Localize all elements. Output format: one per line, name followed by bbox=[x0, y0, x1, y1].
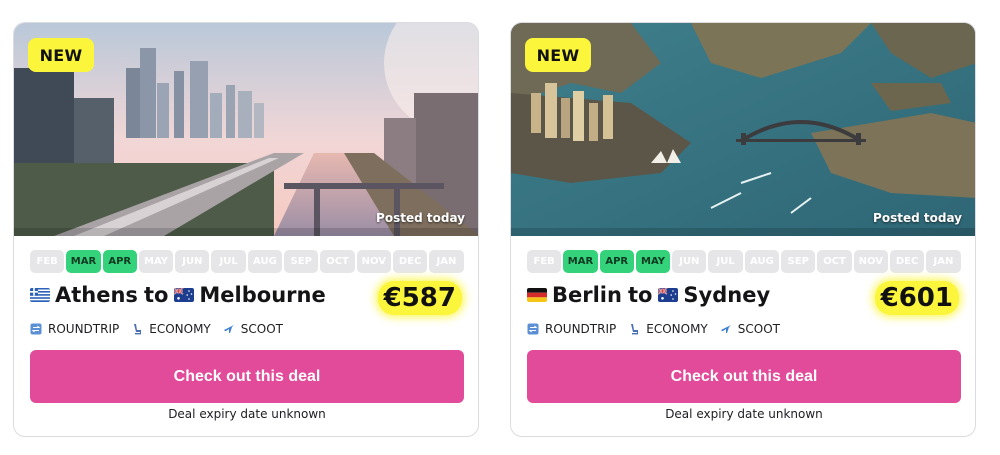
month-chip-nov: NOV bbox=[356, 250, 391, 273]
cabin-class: ECONOMY bbox=[131, 322, 211, 336]
origin-city: Berlin bbox=[552, 283, 622, 307]
germany-flag-icon bbox=[527, 288, 547, 302]
australia-flag-icon bbox=[174, 288, 195, 302]
month-chip-mar: MAR bbox=[66, 250, 101, 273]
airline: SCOOT bbox=[223, 322, 283, 336]
destination-city: Sydney bbox=[683, 283, 771, 307]
travel-months: FEB MAR APR MAY JUN JUL AUG SEP OCT NOV … bbox=[30, 250, 464, 273]
month-chip-jul: JUL bbox=[708, 250, 743, 273]
check-deal-button[interactable]: Check out this deal bbox=[30, 350, 464, 403]
destination-photo[interactable]: NEW Posted today bbox=[511, 23, 975, 236]
month-chip-jun: JUN bbox=[175, 250, 210, 273]
trip-type: ROUNDTRIP bbox=[527, 322, 616, 336]
cabin-class-label: ECONOMY bbox=[646, 322, 708, 336]
posted-date: Posted today bbox=[376, 211, 465, 225]
posted-date: Posted today bbox=[873, 211, 962, 225]
deal-price: €601 bbox=[874, 281, 959, 315]
trip-type-label: ROUNDTRIP bbox=[48, 322, 120, 336]
deal-card[interactable]: NEW Posted today FEB MAR APR MAY JUN JUL… bbox=[510, 22, 976, 437]
airline: SCOOT bbox=[720, 322, 780, 336]
trip-type-label: ROUNDTRIP bbox=[545, 322, 617, 336]
month-chip-aug: AUG bbox=[247, 250, 283, 273]
australia-flag-icon bbox=[658, 288, 679, 302]
deal-details: ROUNDTRIP ECONOMY SCOOT bbox=[30, 322, 283, 336]
route-title: Athens to Melbourne bbox=[30, 283, 326, 307]
destination-city: Melbourne bbox=[199, 283, 326, 307]
new-badge: NEW bbox=[525, 38, 591, 72]
month-chip-apr: APR bbox=[599, 250, 634, 273]
month-chip-may: MAY bbox=[138, 250, 174, 273]
month-chip-aug: AUG bbox=[744, 250, 780, 273]
airline-label: SCOOT bbox=[737, 322, 780, 336]
roundtrip-icon bbox=[527, 323, 539, 335]
seat-icon bbox=[631, 324, 639, 335]
travel-months: FEB MAR APR MAY JUN JUL AUG SEP OCT NOV … bbox=[527, 250, 961, 273]
trip-type: ROUNDTRIP bbox=[30, 322, 119, 336]
month-chip-jun: JUN bbox=[672, 250, 707, 273]
airplane-icon bbox=[223, 325, 234, 333]
deal-details: ROUNDTRIP ECONOMY SCOOT bbox=[527, 322, 780, 336]
deal-price: €587 bbox=[377, 281, 462, 315]
month-chip-oct: OCT bbox=[320, 250, 355, 273]
airline-label: SCOOT bbox=[240, 322, 283, 336]
airplane-icon bbox=[720, 325, 731, 333]
check-deal-button[interactable]: Check out this deal bbox=[527, 350, 961, 403]
month-chip-dec: DEC bbox=[392, 250, 428, 273]
month-chip-jan: JAN bbox=[429, 250, 464, 273]
seat-icon bbox=[134, 324, 142, 335]
month-chip-mar: MAR bbox=[563, 250, 598, 273]
month-chip-may: MAY bbox=[635, 250, 671, 273]
destination-photo[interactable]: NEW Posted today bbox=[14, 23, 478, 236]
origin-city: Athens bbox=[55, 283, 138, 307]
month-chip-oct: OCT bbox=[817, 250, 852, 273]
route-connector: to bbox=[143, 283, 169, 307]
deal-card[interactable]: NEW Posted today FEB MAR APR MAY JUN JUL… bbox=[13, 22, 479, 437]
route-connector: to bbox=[627, 283, 653, 307]
roundtrip-icon bbox=[30, 323, 42, 335]
greece-flag-icon bbox=[30, 288, 50, 302]
deal-expiry: Deal expiry date unknown bbox=[665, 407, 823, 421]
deal-expiry: Deal expiry date unknown bbox=[168, 407, 326, 421]
month-chip-feb: FEB bbox=[527, 250, 562, 273]
cabin-class-label: ECONOMY bbox=[149, 322, 211, 336]
month-chip-sep: SEP bbox=[781, 250, 816, 273]
month-chip-jan: JAN bbox=[926, 250, 961, 273]
route-title: Berlin to Sydney bbox=[527, 283, 770, 307]
cabin-class: ECONOMY bbox=[628, 322, 708, 336]
new-badge: NEW bbox=[28, 38, 94, 72]
month-chip-dec: DEC bbox=[889, 250, 925, 273]
month-chip-apr: APR bbox=[102, 250, 137, 273]
month-chip-jul: JUL bbox=[211, 250, 246, 273]
month-chip-feb: FEB bbox=[30, 250, 65, 273]
month-chip-nov: NOV bbox=[853, 250, 888, 273]
month-chip-sep: SEP bbox=[284, 250, 319, 273]
